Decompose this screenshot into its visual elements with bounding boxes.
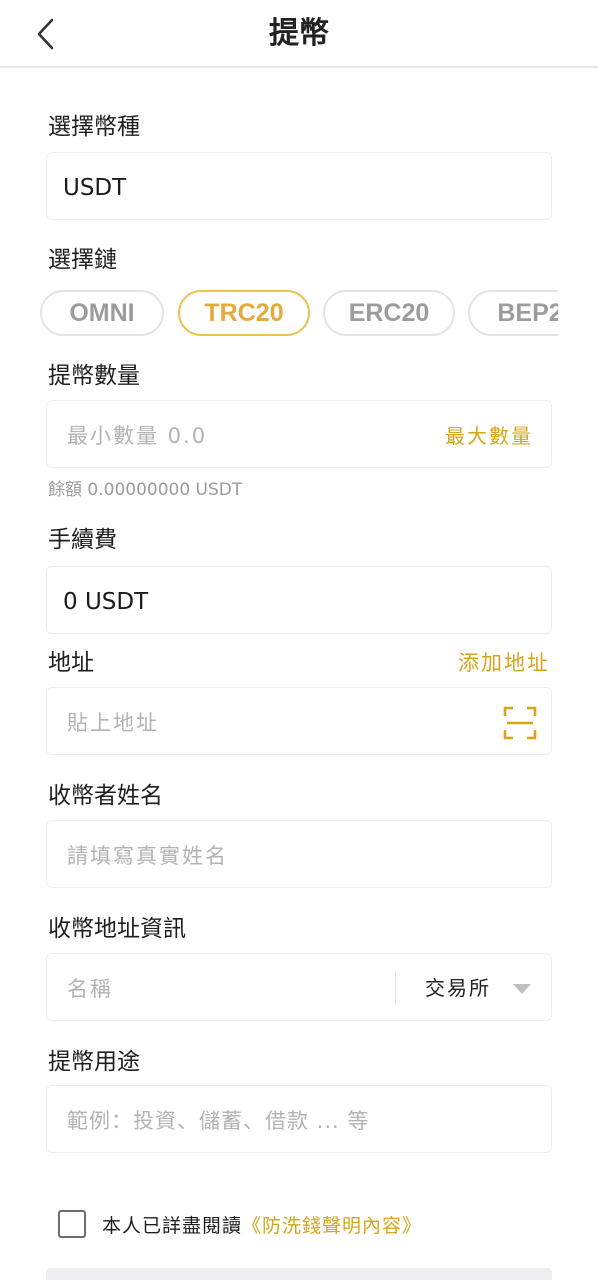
currency-label: 選擇幣種 (48, 114, 140, 140)
recipient-placeholder: 請填寫真實姓名 (67, 844, 228, 868)
amount-field[interactable]: 最小數量 0.0 最大數量 (46, 400, 552, 468)
chain-option-bep2[interactable]: BEP2 (468, 290, 558, 336)
recipient-name-input[interactable]: 請填寫真實姓名 (46, 820, 552, 888)
address-label: 地址 (48, 650, 94, 676)
address-info-label: 收幣地址資訊 (48, 916, 186, 942)
chevron-down-icon[interactable] (513, 984, 531, 994)
field-divider (395, 972, 396, 1004)
page-title: 提幣 (269, 16, 329, 51)
fee-field: 0 USDT (46, 566, 552, 634)
amount-label: 提幣數量 (48, 363, 140, 389)
chain-selector: OMNI TRC20 ERC20 BEP2 (40, 290, 558, 338)
address-placeholder: 貼上地址 (67, 711, 159, 735)
currency-value: USDT (63, 175, 127, 201)
add-address-link[interactable]: 添加地址 (458, 648, 550, 678)
address-input[interactable]: 貼上地址 (46, 687, 552, 755)
chain-label: 選擇鏈 (48, 247, 117, 273)
purpose-input[interactable]: 範例：投資、儲蓄、借款 ... 等 (46, 1085, 552, 1153)
purpose-placeholder: 範例：投資、儲蓄、借款 ... 等 (67, 1109, 370, 1133)
agreement-text: 本人已詳盡閱讀《防洗錢聲明內容》 (102, 1213, 422, 1239)
chain-option-omni[interactable]: OMNI (40, 290, 164, 336)
submit-button[interactable] (46, 1268, 552, 1280)
purpose-label: 提幣用途 (48, 1049, 140, 1075)
balance-text: 餘額 0.00000000 USDT (48, 480, 243, 500)
agreement-checkbox[interactable] (58, 1210, 86, 1238)
header-bar: 提幣 (0, 0, 598, 68)
amount-placeholder: 最小數量 0.0 (67, 424, 208, 448)
max-amount-button[interactable]: 最大數量 (445, 421, 533, 451)
chain-option-erc20[interactable]: ERC20 (323, 290, 455, 336)
agreement-prefix: 本人已詳盡閱讀 (102, 1215, 243, 1237)
scan-icon[interactable] (503, 706, 537, 740)
currency-field[interactable]: USDT (46, 152, 552, 220)
fee-value: 0 USDT (63, 589, 149, 615)
address-info-field: 名稱 交易所 (46, 953, 552, 1021)
chain-option-trc20[interactable]: TRC20 (178, 290, 310, 336)
fee-label: 手續費 (48, 527, 117, 553)
recipient-label: 收幣者姓名 (48, 783, 163, 809)
address-name-input[interactable]: 名稱 (67, 974, 113, 1004)
address-type-select[interactable]: 交易所 (425, 973, 491, 1003)
aml-statement-link[interactable]: 《防洗錢聲明內容》 (242, 1215, 422, 1237)
